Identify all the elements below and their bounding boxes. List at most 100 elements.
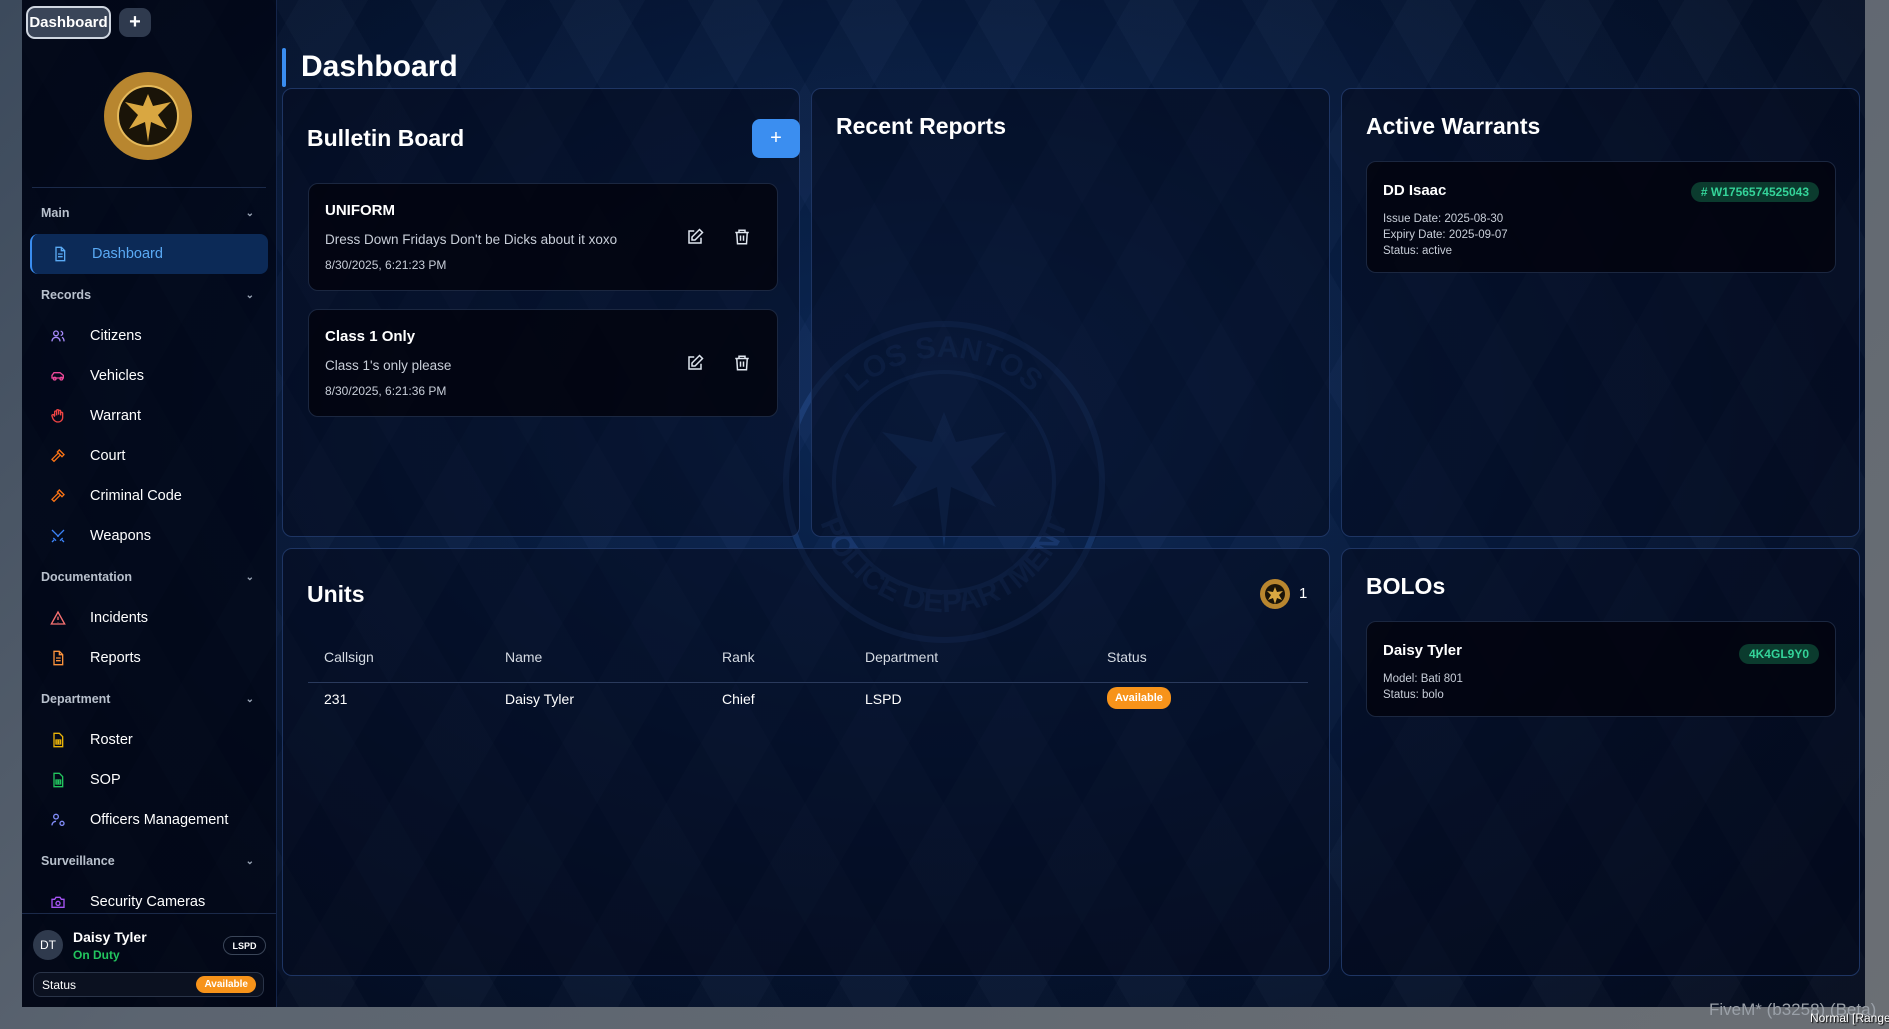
sidebar-item-dashboard[interactable]: Dashboard xyxy=(30,234,268,274)
section-header-main[interactable]: Main ⌄ xyxy=(22,192,276,234)
sheet-icon xyxy=(53,732,64,748)
sidebar-item-citizens[interactable]: Citizens xyxy=(30,316,268,356)
plate-badge: 4K4GL9Y0 xyxy=(1738,644,1819,664)
sidebar-item-officers-management[interactable]: Officers Management xyxy=(30,800,268,840)
column-header: Department xyxy=(865,649,939,665)
section-header-records[interactable]: Records ⌄ xyxy=(22,274,276,316)
document-icon xyxy=(55,246,66,262)
user-name: Daisy Tyler xyxy=(73,929,147,945)
sidebar-item-label: Officers Management xyxy=(90,812,229,828)
section-label: Main xyxy=(41,206,70,220)
sidebar-item-sop[interactable]: SOP xyxy=(30,760,268,800)
sidebar-item-label: Warrant xyxy=(90,408,142,424)
warrant-status: Status: active xyxy=(1383,245,1453,257)
post-body: Dress Down Fridays Don't be Dicks about … xyxy=(325,232,618,247)
users-icon xyxy=(51,330,65,342)
sidebar-item-label: SOP xyxy=(90,772,121,788)
sidebar-item-label: Incidents xyxy=(90,610,149,626)
car-icon xyxy=(51,372,64,381)
sidebar-item-incidents[interactable]: Incidents xyxy=(30,598,268,638)
panel-title: Bulletin Board xyxy=(307,125,465,151)
units-panel: Units 1 Callsign Name Rank Department St… xyxy=(282,548,1330,976)
recent-reports-panel: Recent Reports xyxy=(811,88,1330,537)
sidebar-item-label: Reports xyxy=(90,650,141,666)
post-title: Class 1 Only xyxy=(325,328,416,345)
active-warrants-panel: Active Warrants DD Isaac # W175657452504… xyxy=(1341,88,1860,537)
edit-icon[interactable] xyxy=(686,228,704,246)
chevron-down-icon: ⌄ xyxy=(245,571,254,583)
sidebar-item-roster[interactable]: Roster xyxy=(30,720,268,760)
chevron-down-icon: ⌄ xyxy=(245,693,254,705)
post-title: UNIFORM xyxy=(325,202,395,219)
bulletin-post: Class 1 Only Class 1's only please 8/30/… xyxy=(308,309,778,417)
gavel-icon xyxy=(51,489,65,503)
post-body: Class 1's only please xyxy=(325,358,452,373)
hand-icon xyxy=(51,409,64,423)
sidebar: Main ⌄ Dashboard Records ⌄ Citizens Vehicles Wa… xyxy=(22,0,277,1007)
panel-title: BOLOs xyxy=(1366,573,1446,599)
warrant-name: DD Isaac xyxy=(1383,182,1447,199)
post-date: 8/30/2025, 6:21:23 PM xyxy=(325,258,447,272)
edit-icon[interactable] xyxy=(686,354,704,372)
page-title: Dashboard xyxy=(301,50,458,83)
cell-rank: Chief xyxy=(722,691,755,707)
bolo-status: Status: bolo xyxy=(1383,689,1444,701)
section-header-surveillance[interactable]: Surveillance ⌄ xyxy=(22,840,276,882)
warrant-card[interactable]: DD Isaac # W1756574525043 Issue Date: 20… xyxy=(1366,161,1836,273)
panel-title: Recent Reports xyxy=(836,113,1006,139)
section-label: Department xyxy=(41,692,111,706)
sidebar-nav: Main ⌄ Dashboard Records ⌄ Citizens Vehicles Wa… xyxy=(22,192,276,922)
column-header: Rank xyxy=(722,649,755,665)
section-label: Surveillance xyxy=(41,854,115,868)
camera-icon xyxy=(51,896,65,908)
sidebar-item-label: Security Cameras xyxy=(90,894,206,910)
lspd-badge-icon xyxy=(1260,579,1290,609)
sidebar-item-label: Criminal Code xyxy=(90,488,182,504)
bolos-panel: BOLOs Daisy Tyler 4K4GL9Y0 Model: Bati 8… xyxy=(1341,548,1860,976)
sidebar-item-label: Citizens xyxy=(90,328,142,344)
sidebar-item-label: Vehicles xyxy=(90,368,145,384)
sidebar-item-weapons[interactable]: Weapons xyxy=(30,516,268,556)
bolo-name: Daisy Tyler xyxy=(1383,642,1462,659)
add-bulletin-button[interactable]: + xyxy=(752,119,800,158)
bolo-card[interactable]: Daisy Tyler 4K4GL9Y0 Model: Bati 801 Sta… xyxy=(1366,621,1836,717)
post-date: 8/30/2025, 6:21:36 PM xyxy=(325,384,447,398)
table-divider xyxy=(308,682,1308,683)
title-accent xyxy=(282,48,286,87)
sidebar-item-vehicles[interactable]: Vehicles xyxy=(30,356,268,396)
column-header: Name xyxy=(505,649,543,665)
warrant-id-badge: # W1756574525043 xyxy=(1690,182,1819,202)
sidebar-item-label: Weapons xyxy=(90,528,151,544)
document-icon xyxy=(53,650,64,666)
department-badge: LSPD xyxy=(223,936,266,955)
swords-icon xyxy=(51,529,65,543)
sidebar-item-reports[interactable]: Reports xyxy=(30,638,268,678)
panel-title: Active Warrants xyxy=(1366,113,1541,139)
sidebar-item-warrant[interactable]: Warrant xyxy=(30,396,268,436)
add-tab-button[interactable]: + xyxy=(119,8,151,37)
status-selector[interactable]: Status Available xyxy=(33,972,264,997)
column-header: Callsign xyxy=(324,649,374,665)
status-badge: Available xyxy=(1107,687,1171,709)
avatar: DT xyxy=(33,930,63,960)
status-badge[interactable]: Available xyxy=(196,976,256,993)
chevron-down-icon: ⌄ xyxy=(245,207,254,219)
cell-name: Daisy Tyler xyxy=(505,691,574,707)
gavel-icon xyxy=(51,449,65,463)
section-header-department[interactable]: Department ⌄ xyxy=(22,678,276,720)
bulletin-board-panel: Bulletin Board + UNIFORM Dress Down Frid… xyxy=(282,88,800,537)
status-label: Status xyxy=(42,977,77,992)
column-header: Status xyxy=(1107,649,1147,665)
cell-callsign: 231 xyxy=(324,691,348,707)
chevron-down-icon: ⌄ xyxy=(245,289,254,301)
sidebar-item-court[interactable]: Court xyxy=(30,436,268,476)
delete-icon[interactable] xyxy=(733,354,751,372)
sidebar-item-criminal-code[interactable]: Criminal Code xyxy=(30,476,268,516)
section-header-documentation[interactable]: Documentation ⌄ xyxy=(22,556,276,598)
user-cog-icon xyxy=(51,813,65,826)
warrant-expiry-date: Expiry Date: 2025-09-07 xyxy=(1383,229,1508,241)
units-count: 1 xyxy=(1299,585,1308,602)
delete-icon[interactable] xyxy=(733,228,751,246)
sidebar-item-label: Court xyxy=(90,448,126,464)
tab-dashboard[interactable]: Dashboard xyxy=(26,6,111,39)
